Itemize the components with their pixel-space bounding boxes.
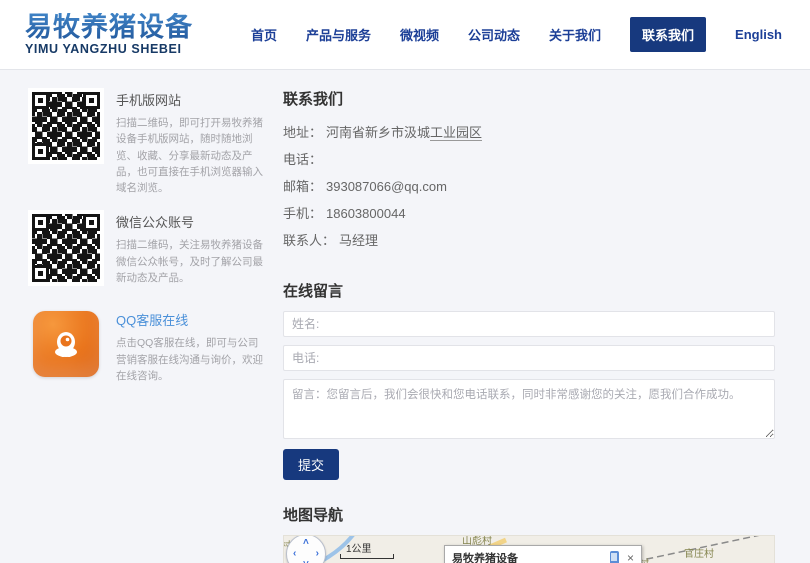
pan-right-icon[interactable]: › [316,549,319,559]
map-canvas[interactable]: 山彪村 官庄村 轮村 五陵村 园村 村 1公里 ˄ ˅ ‹ › + − [283,535,775,563]
page-content: 手机版网站 扫描二维码，即可打开易牧养猪设备手机版网站，随时随地浏览、收藏、分享… [0,70,810,563]
qq-service-link[interactable]: QQ客服在线 [116,310,266,329]
left-sidebar: 手机版网站 扫描二维码，即可打开易牧养猪设备手机版网站，随时随地浏览、收藏、分享… [28,88,278,563]
site-logo[interactable]: 易牧养猪设备 YIMU YANGZHU SHEBEI [25,13,193,56]
contact-row-phone: 电话： [283,146,775,173]
promo-wechat-desc: 扫描二维码，关注易牧养猪设备微信公众帐号，及时了解公司最新动态及产品。 [116,237,266,286]
submit-button[interactable]: 提交 [283,449,339,480]
map-info-window: 易牧养猪设备 × 地址：河南省新乡市汲城工业园区 电话： 专业从事养猪设备设计、… [444,545,642,563]
map-section: 地图导航 山彪村 官庄村 轮村 五陵村 园村 村 1公里 [283,504,775,563]
main-panel: 联系我们 地址：河南省新乡市汲城工业园区 电话： 邮箱：393087066@qq… [283,88,775,563]
message-form: 在线留言 提交 [283,280,775,480]
logo-title: 易牧养猪设备 [25,13,193,41]
qq-penguin-glyph [49,327,83,361]
qr-code-mobile-site [28,88,104,164]
message-textarea[interactable] [283,379,775,439]
nav-item-contact[interactable]: 联系我们 [630,17,706,52]
promo-mobile-title: 手机版网站 [116,90,266,109]
close-icon[interactable]: × [627,552,634,563]
nav-item-home[interactable]: 首页 [251,25,277,44]
nav-item-english[interactable]: English [735,27,782,42]
promo-qq: QQ客服在线 点击QQ客服在线，即可与公司营销客服在线沟通与询价，欢迎在线咨询。 [28,308,278,384]
message-form-heading: 在线留言 [283,280,775,301]
promo-qq-desc: 点击QQ客服在线，即可与公司营销客服在线沟通与询价，欢迎在线咨询。 [116,335,266,384]
contact-row-person: 联系人：马经理 [283,227,775,254]
map-pan-control[interactable]: ˄ ˅ ‹ › [286,535,326,563]
pan-up-icon[interactable]: ˄ [303,538,309,548]
name-input[interactable] [283,311,775,337]
phone-input[interactable] [283,345,775,371]
promo-mobile-site: 手机版网站 扫描二维码，即可打开易牧养猪设备手机版网站，随时随地浏览、收藏、分享… [28,88,278,196]
qr-code-wechat [28,210,104,286]
mobile-phone-icon[interactable] [610,551,619,563]
contact-row-mobile: 手机：18603800044 [283,200,775,227]
contact-heading: 联系我们 [283,88,775,109]
qq-service-icon[interactable] [33,311,99,377]
promo-wechat: 微信公众账号 扫描二维码，关注易牧养猪设备微信公众帐号，及时了解公司最新动态及产… [28,210,278,286]
promo-wechat-title: 微信公众账号 [116,212,266,231]
pan-left-icon[interactable]: ‹ [293,549,296,559]
contact-row-address: 地址：河南省新乡市汲城工业园区 [283,119,775,146]
map-scale-label: 1公里 [346,540,372,555]
main-nav: 首页 产品与服务 微视频 公司动态 关于我们 联系我们 English [251,17,782,52]
nav-item-video[interactable]: 微视频 [400,25,439,44]
village-label-guanzhuang: 官庄村 [684,545,714,560]
nav-item-news[interactable]: 公司动态 [468,25,520,44]
nav-item-about[interactable]: 关于我们 [549,25,601,44]
logo-subtitle: YIMU YANGZHU SHEBEI [25,43,193,56]
map-heading: 地图导航 [283,504,775,525]
promo-mobile-desc: 扫描二维码，即可打开易牧养猪设备手机版网站，随时随地浏览、收藏、分享最新动态及产… [116,115,266,196]
site-header: 易牧养猪设备 YIMU YANGZHU SHEBEI 首页 产品与服务 微视频 … [0,0,810,70]
nav-item-products[interactable]: 产品与服务 [306,25,371,44]
map-scale-bar [340,554,394,559]
contact-row-email: 邮箱：393087066@qq.com [283,173,775,200]
info-window-title: 易牧养猪设备 [452,550,610,563]
